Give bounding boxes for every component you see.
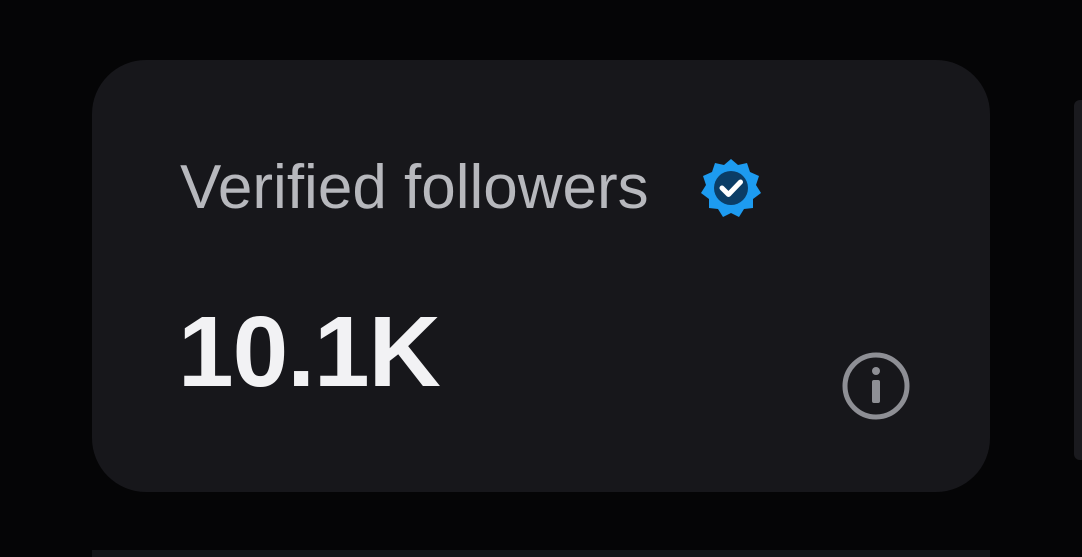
info-button[interactable] [840, 350, 912, 422]
verified-followers-card: Verified followers 10.1K [92, 60, 990, 492]
verified-badge-icon [699, 156, 763, 220]
adjacent-card-edge [1074, 100, 1082, 460]
card-title: Verified followers [180, 153, 649, 222]
adjacent-card-edge-bottom [92, 550, 990, 557]
card-header: Verified followers [180, 148, 763, 228]
info-icon [842, 352, 910, 420]
verified-followers-count: 10.1K [178, 296, 441, 408]
